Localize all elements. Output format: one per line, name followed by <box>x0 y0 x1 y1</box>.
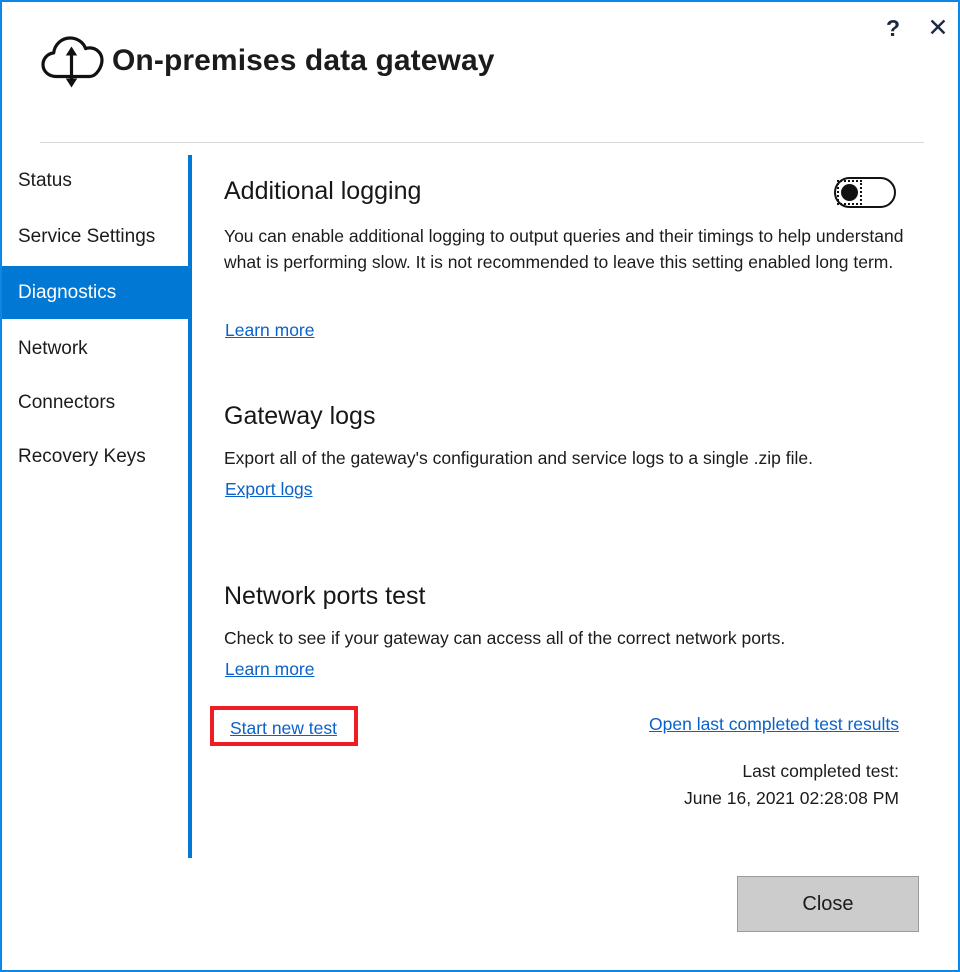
gateway-logs-heading: Gateway logs <box>224 402 376 430</box>
sidebar-item-label: Diagnostics <box>18 281 117 303</box>
help-icon[interactable]: ? <box>876 11 910 45</box>
sidebar-item-label: Connectors <box>18 391 116 413</box>
additional-logging-heading: Additional logging <box>224 177 422 205</box>
sidebar-divider <box>188 155 192 858</box>
sidebar: Status Service Settings Diagnostics Netw… <box>2 154 189 866</box>
network-ports-test-description: Check to see if your gateway can access … <box>224 628 786 648</box>
close-button[interactable]: Close <box>737 876 919 932</box>
toggle-knob <box>841 184 858 201</box>
sidebar-item-label: Service Settings <box>18 225 156 247</box>
sidebar-item-diagnostics[interactable]: Diagnostics <box>2 266 189 319</box>
cloud-updown-arrow-icon <box>38 30 104 88</box>
network-ports-learn-more-link[interactable]: Learn more <box>225 659 315 680</box>
page-title: On-premises data gateway <box>112 44 495 77</box>
sidebar-item-label: Network <box>18 337 88 359</box>
sidebar-item-recovery-keys[interactable]: Recovery Keys <box>2 430 189 483</box>
gateway-logs-description: Export all of the gateway's configuratio… <box>224 448 813 468</box>
export-logs-link[interactable]: Export logs <box>225 479 313 500</box>
additional-logging-toggle[interactable] <box>834 177 896 208</box>
start-new-test-highlight-box: Start new test <box>210 706 358 746</box>
header-separator <box>40 142 924 143</box>
start-new-test-link[interactable]: Start new test <box>230 718 337 739</box>
additional-logging-description: You can enable additional logging to out… <box>224 226 904 272</box>
sidebar-item-connectors[interactable]: Connectors <box>2 376 189 429</box>
last-completed-test-caption: Last completed test: <box>742 761 899 781</box>
close-icon[interactable]: ✕ <box>921 11 955 45</box>
network-ports-test-heading: Network ports test <box>224 582 426 610</box>
sidebar-item-label: Recovery Keys <box>18 445 146 467</box>
sidebar-item-status[interactable]: Status <box>2 154 189 207</box>
sidebar-item-service-settings[interactable]: Service Settings <box>2 210 189 263</box>
gateway-dialog-window: On-premises data gateway ? ✕ Status Serv… <box>0 0 960 972</box>
sidebar-item-label: Status <box>18 169 72 191</box>
titlebar: On-premises data gateway ? ✕ <box>2 2 958 132</box>
last-completed-test-info: Last completed test: June 16, 2021 02:28… <box>684 758 899 812</box>
additional-logging-learn-more-link[interactable]: Learn more <box>225 320 315 341</box>
sidebar-item-network[interactable]: Network <box>2 322 189 375</box>
last-completed-test-timestamp: June 16, 2021 02:28:08 PM <box>683 788 899 808</box>
open-last-completed-test-results-link[interactable]: Open last completed test results <box>649 714 899 735</box>
